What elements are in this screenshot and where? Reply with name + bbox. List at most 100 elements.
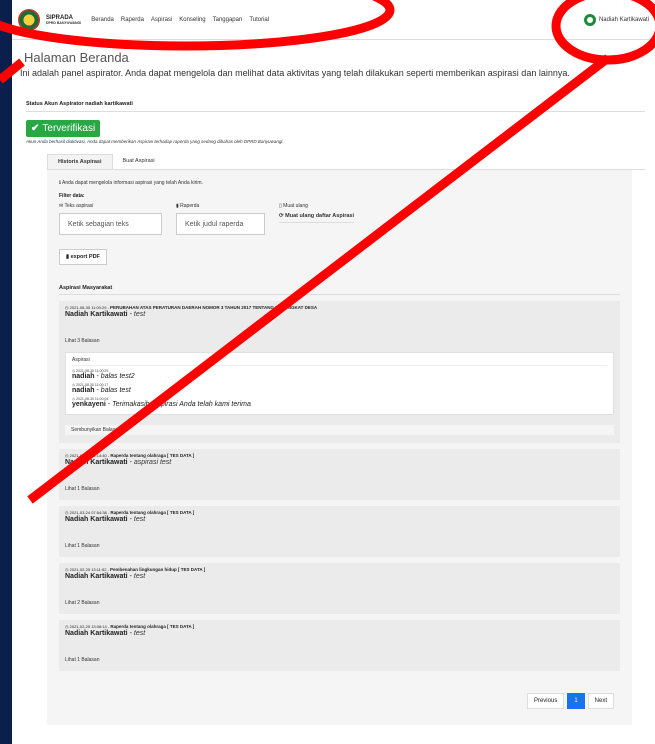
brand-subtitle: DPRD BANYUWANGI <box>46 20 82 25</box>
reply-text-line: nadiah - balas test <box>72 387 131 394</box>
user-avatar-icon <box>583 13 596 26</box>
next-page-button[interactable]: Next <box>587 693 614 709</box>
filter-text-input[interactable]: Ketik sebagian teks <box>59 213 162 235</box>
export-pdf-label: export PDF <box>70 254 100 260</box>
aspiration-date: 2021-02-25 13:08:14 <box>69 624 107 629</box>
aspiration-date: 2021-02-25 13:11:52 <box>69 567 107 572</box>
aspiration-author: Nadiah Kartikawati <box>65 630 128 637</box>
view-replies-link[interactable]: Lihat 2 Balasan <box>65 600 614 606</box>
reply-author: nadiah <box>72 373 95 380</box>
reload-head: ▯ Muat ulang <box>279 203 354 209</box>
reload-link-label: Muat ulang daftar Aspirasi <box>285 213 355 219</box>
envelope-icon: ✉ <box>59 203 64 209</box>
aspiration-author: Nadiah Kartikawati <box>65 516 128 523</box>
aspiration-author: Nadiah Kartikawati <box>65 573 128 580</box>
aspiration-text: aspirasi test <box>133 459 172 466</box>
aspiration-card: ◷ 2021-02-25 13:08:14 - Raperda tentang … <box>59 620 620 671</box>
aspiration-author-line: Nadiah Kartikawati - aspirasi test <box>65 459 172 466</box>
filter-raperda-input[interactable]: Ketik judul raperda <box>176 213 265 235</box>
nav-aspirasi[interactable]: Aspirasi <box>151 17 172 23</box>
info-text: Anda dapat mengelola informasi aspirasi … <box>62 180 203 186</box>
logo-icon <box>18 8 40 31</box>
pagination: Previous 1 Next <box>59 687 620 715</box>
aspiration-text: test <box>133 516 146 523</box>
reply-text: balas test2 <box>100 373 135 380</box>
reply-item: ◷ 2021-08-30 11:00:04 yenkayeni - Terima… <box>72 397 607 408</box>
aspiration-author: Nadiah Kartikawati <box>65 311 128 318</box>
current-page-button[interactable]: 1 <box>567 693 585 709</box>
file-icon: ▯ <box>279 203 282 209</box>
aspiration-author-line: Nadiah Kartikawati - test <box>65 573 146 580</box>
aspiration-raperda: Raperda tentang olahraga [ TES DATA ] <box>110 510 195 515</box>
replies-title: Aspirasi <box>72 357 607 366</box>
aspiration-author: Nadiah Kartikawati <box>65 459 128 466</box>
pdf-icon: ▮ <box>66 254 70 260</box>
aspiration-author-line: Nadiah Kartikawati - test <box>65 516 146 523</box>
user-menu[interactable]: Nadiah Kartikawati <box>583 13 649 26</box>
filter-text-label: Teks aspirasi <box>64 203 94 209</box>
reply-text: Terimakasih, aspirasi Anda telah kami te… <box>112 401 251 408</box>
filters: ✉ Teks aspirasi Ketik sebagian teks ▮ Ra… <box>59 203 620 235</box>
clock-icon: ◷ <box>65 453 69 458</box>
reload-link[interactable]: ⟳ Muat ulang daftar Aspirasi <box>279 213 355 223</box>
refresh-icon: ⟳ <box>279 213 284 219</box>
aspiration-card: ◷ 2021-08-30 11:00:29 - PERUBAHAN ATAS P… <box>59 301 620 443</box>
clock-icon: ◷ <box>65 624 69 629</box>
aspiration-author-line: Nadiah Kartikawati - test <box>65 630 146 637</box>
section-title: Aspirasi Masyarakat <box>59 285 620 295</box>
aspiration-meta: ◷ 2021-04-29 14:14:40 - Raperda tentang … <box>65 453 195 458</box>
aspiration-meta: ◷ 2021-02-25 13:11:52 - Pembenahan lingk… <box>65 567 206 572</box>
verified-label: Terverifikasi <box>42 123 96 134</box>
aspiration-date: 2021-08-30 11:00:29 <box>69 305 107 310</box>
reply-item: ◷ 2021-08-30 11:00:29 nadiah - balas tes… <box>72 369 607 380</box>
view-replies-link[interactable]: Lihat 1 Balasan <box>65 486 614 492</box>
page-description: Ini adalah panel aspirator. Anda dapat m… <box>20 68 570 78</box>
reply-author: nadiah <box>72 387 95 394</box>
nav-tutorial[interactable]: Tutorial <box>249 17 269 23</box>
check-icon: ✔ <box>31 123 40 134</box>
aspiration-card: ◷ 2021-03-24 07:54:38 - Raperda tentang … <box>59 506 620 557</box>
verified-badge: ✔ Terverifikasi <box>26 120 101 137</box>
aspiration-card: ◷ 2021-04-29 14:14:40 - Raperda tentang … <box>59 449 620 500</box>
view-replies-link[interactable]: Lihat 1 Balasan <box>65 543 614 549</box>
tab-historis-aspirasi[interactable]: Historis Aspirasi <box>47 154 113 169</box>
export-pdf-button[interactable]: ▮ export PDF <box>59 249 107 265</box>
clock-icon: ◷ <box>65 305 69 310</box>
nav-tanggapan[interactable]: Tanggapan <box>213 17 243 23</box>
aspiration-meta: ◷ 2021-03-24 07:54:38 - Raperda tentang … <box>65 510 195 515</box>
aspiration-text: test <box>133 311 146 318</box>
view-replies-link[interactable]: Lihat 1 Balasan <box>65 657 614 663</box>
previous-page-button[interactable]: Previous <box>526 693 565 709</box>
aspiration-meta: ◷ 2021-08-30 11:00:29 - PERUBAHAN ATAS P… <box>65 305 318 310</box>
aspiration-author-line: Nadiah Kartikawati - test <box>65 311 146 318</box>
tab-buat-aspirasi[interactable]: Buat Aspirasi <box>113 154 165 169</box>
hide-replies-link[interactable]: Sembunyikan Balasan <box>65 425 614 435</box>
info-line: ℹ Anda dapat mengelola informasi aspiras… <box>59 180 620 186</box>
info-icon: ℹ <box>59 180 61 186</box>
aspiration-text: test <box>133 573 146 580</box>
navbar: SIPRADA DPRD BANYUWANGI Beranda Raperda … <box>12 0 655 40</box>
filter-raperda-label: Raperda <box>180 203 200 209</box>
aspiration-date: 2021-03-24 07:54:38 <box>69 510 107 515</box>
filter-text-col: ✉ Teks aspirasi Ketik sebagian teks <box>59 203 162 235</box>
reload-label: Muat ulang <box>283 203 308 209</box>
nav-raperda[interactable]: Raperda <box>121 17 144 23</box>
divider <box>26 111 645 112</box>
tabs: Historis Aspirasi Buat Aspirasi <box>47 154 645 170</box>
view-replies-link[interactable]: Lihat 3 Balasan <box>65 338 614 344</box>
reply-item: ◷ 2021-08-30 11:00:17 nadiah - balas tes… <box>72 383 607 394</box>
reload-col: ▯ Muat ulang ⟳ Muat ulang daftar Aspiras… <box>279 203 355 235</box>
reply-text: balas test <box>100 387 131 394</box>
aspiration-raperda: Raperda tentang olahraga [ TES DATA ] <box>110 453 195 458</box>
brand: SIPRADA DPRD BANYUWANGI <box>46 15 81 25</box>
aspiration-raperda: Raperda tentang olahraga [ TES DATA ] <box>110 624 195 629</box>
nav-beranda[interactable]: Beranda <box>91 17 114 23</box>
nav-konseling[interactable]: Konseling <box>179 17 205 23</box>
filter-raperda-col: ▮ Raperda Ketik judul raperda <box>176 203 265 235</box>
history-panel: ℹ Anda dapat mengelola informasi aspiras… <box>47 170 632 725</box>
file-icon: ▮ <box>176 203 179 209</box>
clock-icon: ◷ <box>65 510 69 515</box>
aspiration-meta: ◷ 2021-02-25 13:08:14 - Raperda tentang … <box>65 624 195 629</box>
filter-raperda-head: ▮ Raperda <box>176 203 265 209</box>
user-name: Nadiah Kartikawati <box>598 16 649 23</box>
